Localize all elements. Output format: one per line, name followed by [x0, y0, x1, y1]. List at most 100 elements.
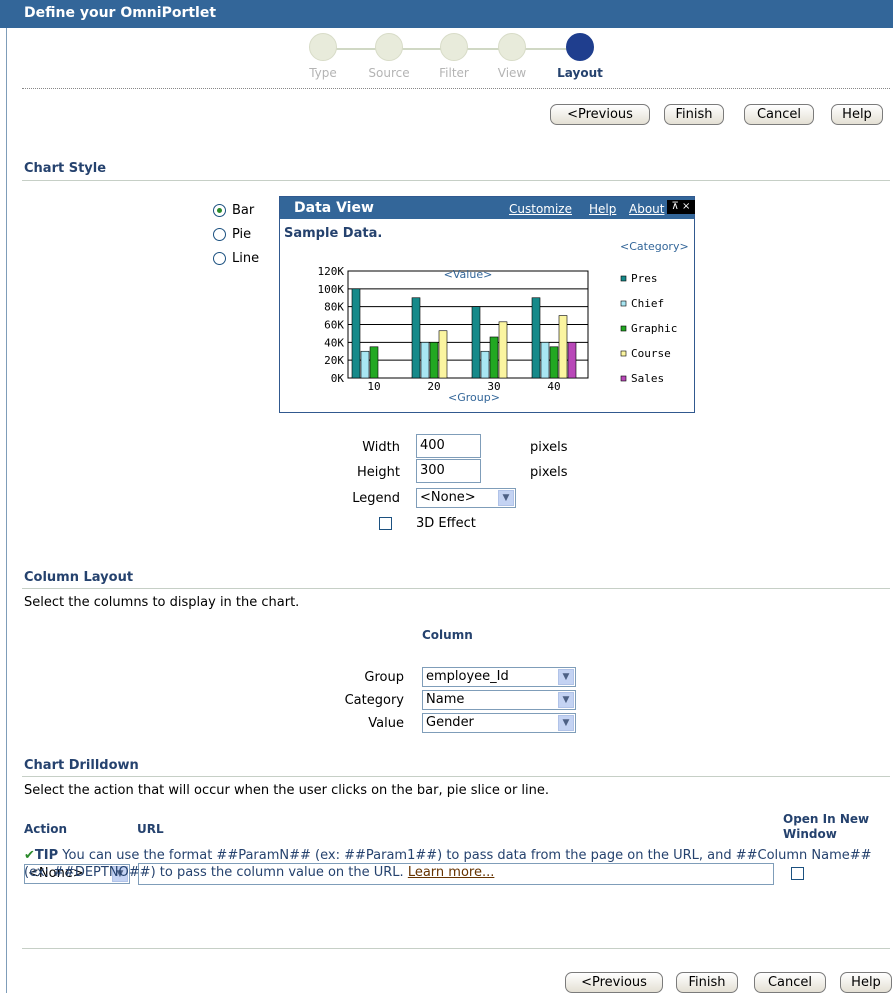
train-label-layout: Layout: [557, 66, 603, 80]
pie-radio[interactable]: [213, 228, 226, 241]
bar-pres: [471, 306, 481, 379]
group-label: Group: [364, 670, 404, 685]
train-step-type[interactable]: [309, 33, 337, 61]
bar-pres: [351, 288, 361, 379]
height-label: Height: [357, 465, 400, 480]
legend-entry: Course: [631, 347, 671, 360]
y-tick-label: 20K: [324, 354, 344, 367]
chart-style-heading: Chart Style: [24, 161, 107, 176]
chevron-down-icon: ▼: [498, 490, 514, 506]
legend-entry: Chief: [631, 297, 664, 310]
legend-select-value: <None>: [420, 490, 476, 505]
train-label-type[interactable]: Type: [293, 66, 353, 80]
train-divider: [22, 88, 890, 89]
value-select[interactable]: Gender ▼: [422, 713, 576, 733]
chart-drilldown-heading: Chart Drilldown: [24, 758, 139, 773]
x-tick-label: 20: [427, 380, 440, 393]
group-select[interactable]: employee_Id ▼: [422, 667, 576, 687]
portlet-controls-icon[interactable]: ⊼ ×: [667, 200, 695, 214]
y-tick-label: 60K: [324, 319, 344, 332]
page-title: Define your OmniPortlet: [24, 5, 217, 21]
value-placeholder: <Value>: [444, 268, 493, 281]
height-unit: pixels: [530, 465, 568, 480]
column-header: Column: [422, 628, 473, 642]
drilldown-instruction: Select the action that will occur when t…: [24, 783, 550, 798]
train-label-view[interactable]: View: [482, 66, 542, 80]
chevron-down-icon: ▼: [558, 715, 574, 731]
cancel-button-top[interactable]: Cancel: [744, 104, 814, 125]
bar-course: [498, 321, 508, 379]
width-input[interactable]: 400: [416, 434, 481, 458]
3d-effect-checkbox[interactable]: [379, 517, 392, 530]
value-label: Value: [368, 716, 404, 731]
train-step-filter[interactable]: [440, 33, 468, 61]
previous-button-bottom[interactable]: <Previous: [565, 972, 663, 993]
y-tick-label: 100K: [318, 283, 345, 296]
value-select-value: Gender: [426, 715, 474, 730]
legend-swatch: [620, 350, 627, 357]
finish-button-bottom[interactable]: Finish: [676, 972, 738, 993]
page-header: Define your OmniPortlet: [0, 0, 893, 28]
train-label-source[interactable]: Source: [359, 66, 419, 80]
legend-swatch: [620, 325, 627, 332]
about-link[interactable]: About: [629, 202, 664, 216]
group-placeholder: <Group>: [448, 391, 500, 404]
section-rule: [22, 776, 890, 777]
y-tick-label: 40K: [324, 336, 344, 349]
bar-pres: [531, 297, 541, 379]
preview-title: Data View: [294, 200, 374, 216]
width-label: Width: [362, 440, 400, 455]
train-step-view[interactable]: [498, 33, 526, 61]
open-new-window-header: Open In New Window: [783, 812, 869, 842]
legend-swatch: [620, 375, 627, 382]
y-tick-label: 80K: [324, 301, 344, 314]
width-unit: pixels: [530, 440, 568, 455]
chevron-down-icon: ▼: [558, 692, 574, 708]
x-tick-label: 40: [547, 380, 560, 393]
bar-course: [438, 330, 448, 379]
column-layout-instruction: Select the columns to display in the cha…: [24, 595, 300, 610]
bar-radio-label: Bar: [232, 203, 255, 218]
bar-chief: [540, 342, 550, 379]
y-tick-label: 0K: [331, 372, 345, 385]
bar-course: [558, 315, 568, 379]
train-label-filter[interactable]: Filter: [424, 66, 484, 80]
finish-button-top[interactable]: Finish: [664, 104, 724, 125]
y-tick-label: 120K: [318, 265, 345, 278]
url-column-header: URL: [137, 822, 164, 836]
legend-label: Legend: [352, 491, 400, 506]
category-select[interactable]: Name ▼: [422, 690, 576, 710]
bar-chief: [420, 342, 430, 379]
bar-radio[interactable]: [213, 204, 226, 217]
legend-select[interactable]: <None> ▼: [416, 488, 516, 508]
bar-chief: [360, 350, 370, 379]
help-button-top[interactable]: Help: [831, 104, 883, 125]
left-border: [6, 0, 7, 993]
category-label: Category: [344, 693, 404, 708]
preview-header: Data View Customize Help About ⊼ ×: [280, 197, 695, 219]
tip-label: TIP: [34, 848, 59, 863]
bar-sales: [567, 342, 577, 379]
learn-more-link[interactable]: Learn more...: [408, 865, 495, 880]
section-rule: [22, 588, 890, 589]
x-tick-label: 10: [367, 380, 380, 393]
check-icon: ✔: [24, 848, 35, 863]
open-new-window-header-line2: Window: [783, 827, 837, 841]
line-radio[interactable]: [213, 252, 226, 265]
previous-button-top[interactable]: <Previous: [550, 104, 650, 125]
train-step-source[interactable]: [375, 33, 403, 61]
customize-link[interactable]: Customize: [509, 202, 572, 216]
column-layout-heading: Column Layout: [24, 570, 134, 585]
category-select-value: Name: [426, 692, 465, 707]
bar-pres: [411, 297, 421, 379]
preview-help-link[interactable]: Help: [589, 202, 616, 216]
help-button-bottom[interactable]: Help: [840, 972, 892, 993]
3d-effect-label: 3D Effect: [416, 516, 476, 531]
bar-graphic: [489, 336, 499, 379]
pie-radio-label: Pie: [232, 227, 252, 242]
bar-graphic: [549, 346, 559, 379]
height-input[interactable]: 300: [416, 459, 481, 483]
bar-chief: [480, 350, 490, 379]
cancel-button-bottom[interactable]: Cancel: [754, 972, 826, 993]
legend-entry: Pres: [631, 272, 658, 285]
